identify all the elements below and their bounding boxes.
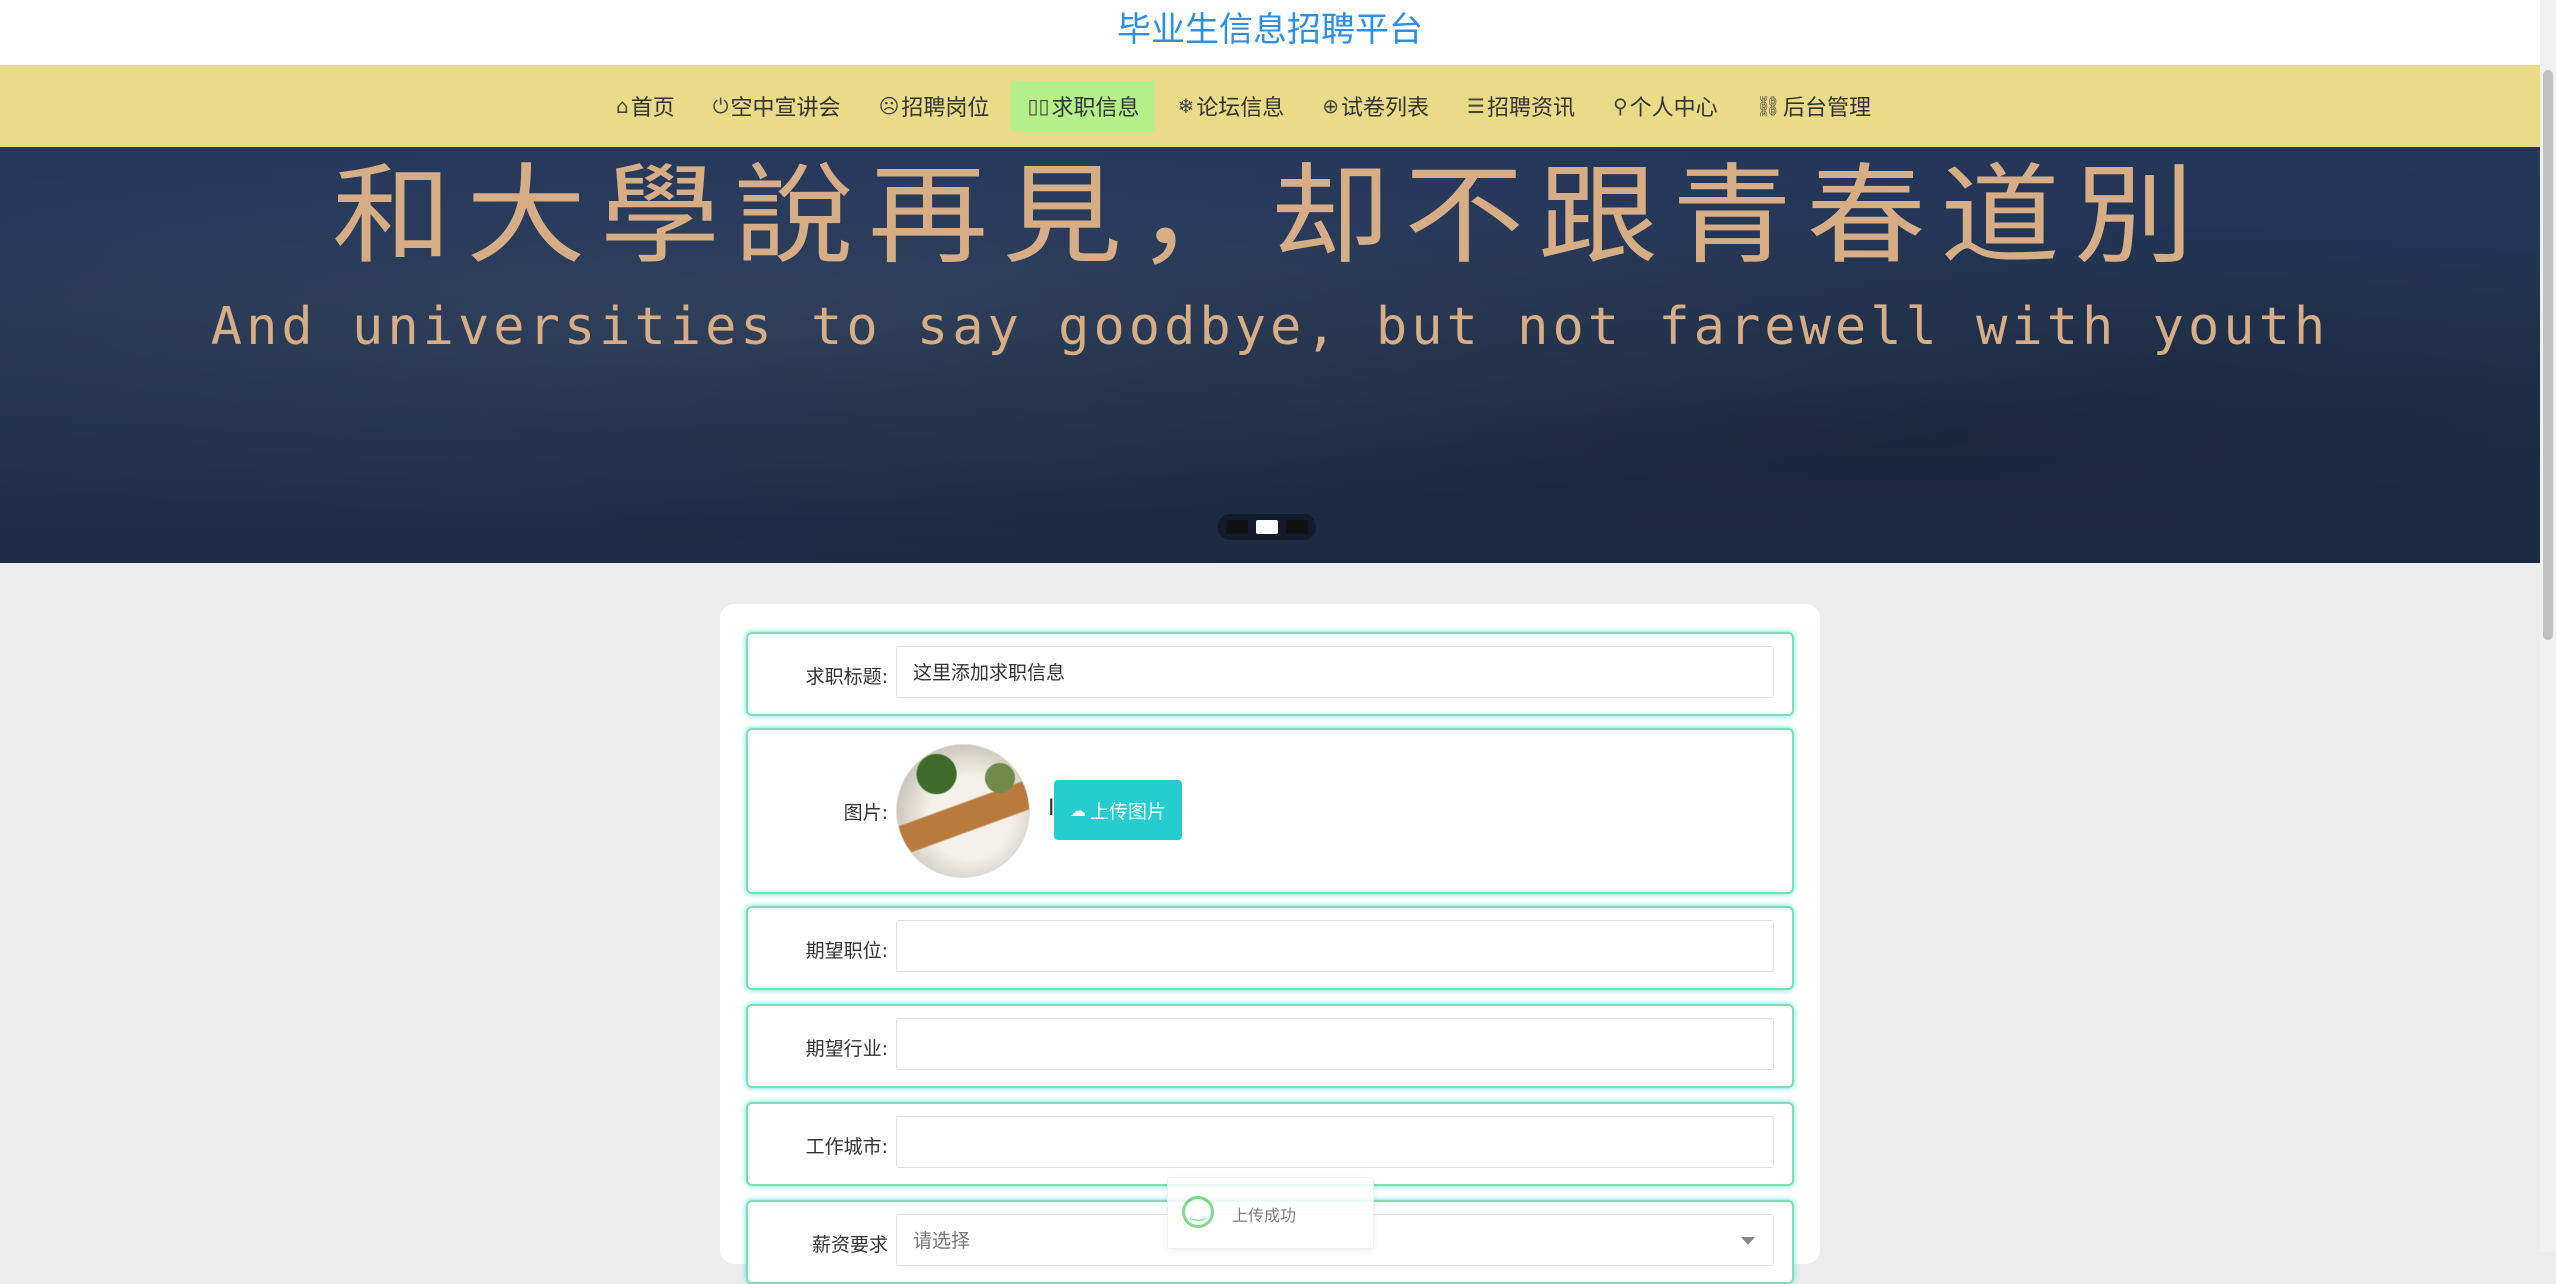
banner-title-cn: 和大學說再見，却不跟青春道別 (332, 154, 2208, 280)
industry-input[interactable] (896, 1018, 1774, 1070)
sliders-icon: ☰ (1467, 94, 1485, 118)
snowflake-icon: ❄ (1177, 94, 1195, 118)
title-label: 求职标题: (805, 666, 888, 688)
title-input[interactable]: 这里添加求职信息 (896, 646, 1774, 698)
carousel-dot[interactable] (1256, 520, 1278, 534)
nav-list: ⌂ 首页 ⏻ 空中宣讲会 ☹ 招聘岗位 ▯▯ 求职信息 ❄ 论坛信息 ⊕ 试卷列表 ☰ 招聘资讯 ⚲ 个人中心… (600, 81, 1887, 131)
nav-item-label: 后台管理 (1783, 96, 1872, 121)
smile-icon: ‿ (1182, 1196, 1214, 1228)
nav-item-label: 招聘资讯 (1486, 96, 1575, 121)
nav-item-0[interactable]: ⌂ 首页 (600, 81, 691, 131)
header: 毕业生信息招聘平台 (0, 0, 2540, 65)
city-label: 工作城市: (805, 1136, 888, 1158)
upload-image-button[interactable]: ☁ 上传图片 (1054, 780, 1182, 840)
carousel-dot[interactable] (1286, 520, 1308, 534)
nav-item-4[interactable]: ❄ 论坛信息 (1161, 81, 1300, 131)
scrollbar-thumb[interactable] (2543, 70, 2553, 640)
nav-item-3[interactable]: ▯▯ 求职信息 (1011, 81, 1156, 131)
carousel-dot[interactable] (1226, 520, 1248, 534)
cloud-upload-icon: ☁ (1069, 800, 1086, 820)
nav-item-8[interactable]: ⛓ 后台管理 (1740, 81, 1887, 131)
nav-item-label: 求职信息 (1051, 96, 1140, 121)
user-icon: ⚲ (1612, 94, 1628, 118)
home-icon: ⌂ (616, 94, 629, 118)
title-row: 求职标题: 这里添加求职信息 (746, 632, 1794, 716)
nav-item-label: 首页 (630, 96, 675, 121)
nav-item-1[interactable]: ⏻ 空中宣讲会 (697, 81, 857, 131)
nav-item-label: 试卷列表 (1341, 96, 1430, 121)
link-icon: ⛓ (1755, 94, 1782, 118)
columns-icon: ▯▯ (1027, 94, 1050, 118)
chevron-down-icon (1741, 1237, 1755, 1245)
main-nav: ⌂ 首页 ⏻ 空中宣讲会 ☹ 招聘岗位 ▯▯ 求职信息 ❄ 论坛信息 ⊕ 试卷列表 ☰ 招聘资讯 ⚲ 个人中心… (0, 65, 2540, 147)
uploaded-photo (896, 744, 1030, 878)
nav-item-7[interactable]: ⚲ 个人中心 (1597, 81, 1734, 131)
nav-item-2[interactable]: ☹ 招聘岗位 (863, 81, 1006, 131)
page-scrollbar[interactable] (2540, 0, 2556, 1252)
city-input[interactable] (896, 1116, 1774, 1168)
banner-title-en: And universities to say goodbye, but not… (210, 297, 2330, 357)
nav-item-6[interactable]: ☰ 招聘资讯 (1451, 81, 1591, 131)
globe-icon: ⊕ (1322, 94, 1340, 118)
upload-button-label: 上传图片 (1089, 800, 1166, 823)
carousel-indicators (1218, 514, 1316, 540)
image-row: 图片: I ☁ 上传图片 (746, 728, 1794, 894)
job-seeking-form: 求职标题: 这里添加求职信息 图片: I ☁ 上传图片 期望职位: 期望行业: … (720, 604, 1820, 1284)
industry-label: 期望行业: (805, 1038, 888, 1060)
salary-label: 薪资要求 (811, 1234, 888, 1256)
nav-item-label: 空中宣讲会 (730, 96, 841, 121)
salary-select-value: 请选择 (913, 1230, 971, 1252)
position-row: 期望职位: (746, 906, 1794, 990)
face-icon: ☹ (878, 94, 900, 118)
banner-carousel[interactable]: 和大學說再見，却不跟青春道別 And universities to say g… (0, 147, 2540, 563)
city-row: 工作城市: (746, 1102, 1794, 1186)
nav-item-label: 招聘岗位 (901, 96, 990, 121)
nav-item-label: 个人中心 (1629, 96, 1718, 121)
upload-success-toast: ‿ 上传成功 (1167, 1177, 1374, 1249)
nav-item-label: 论坛信息 (1196, 96, 1285, 121)
nav-item-5[interactable]: ⊕ 试卷列表 (1306, 81, 1445, 131)
position-input[interactable] (896, 920, 1774, 972)
toast-message: 上传成功 (1232, 1206, 1297, 1225)
image-label: 图片: (843, 802, 888, 824)
industry-row: 期望行业: (746, 1004, 1794, 1088)
site-title: 毕业生信息招聘平台 (1117, 10, 1423, 50)
power-icon: ⏻ (712, 94, 729, 118)
position-label: 期望职位: (805, 940, 888, 962)
